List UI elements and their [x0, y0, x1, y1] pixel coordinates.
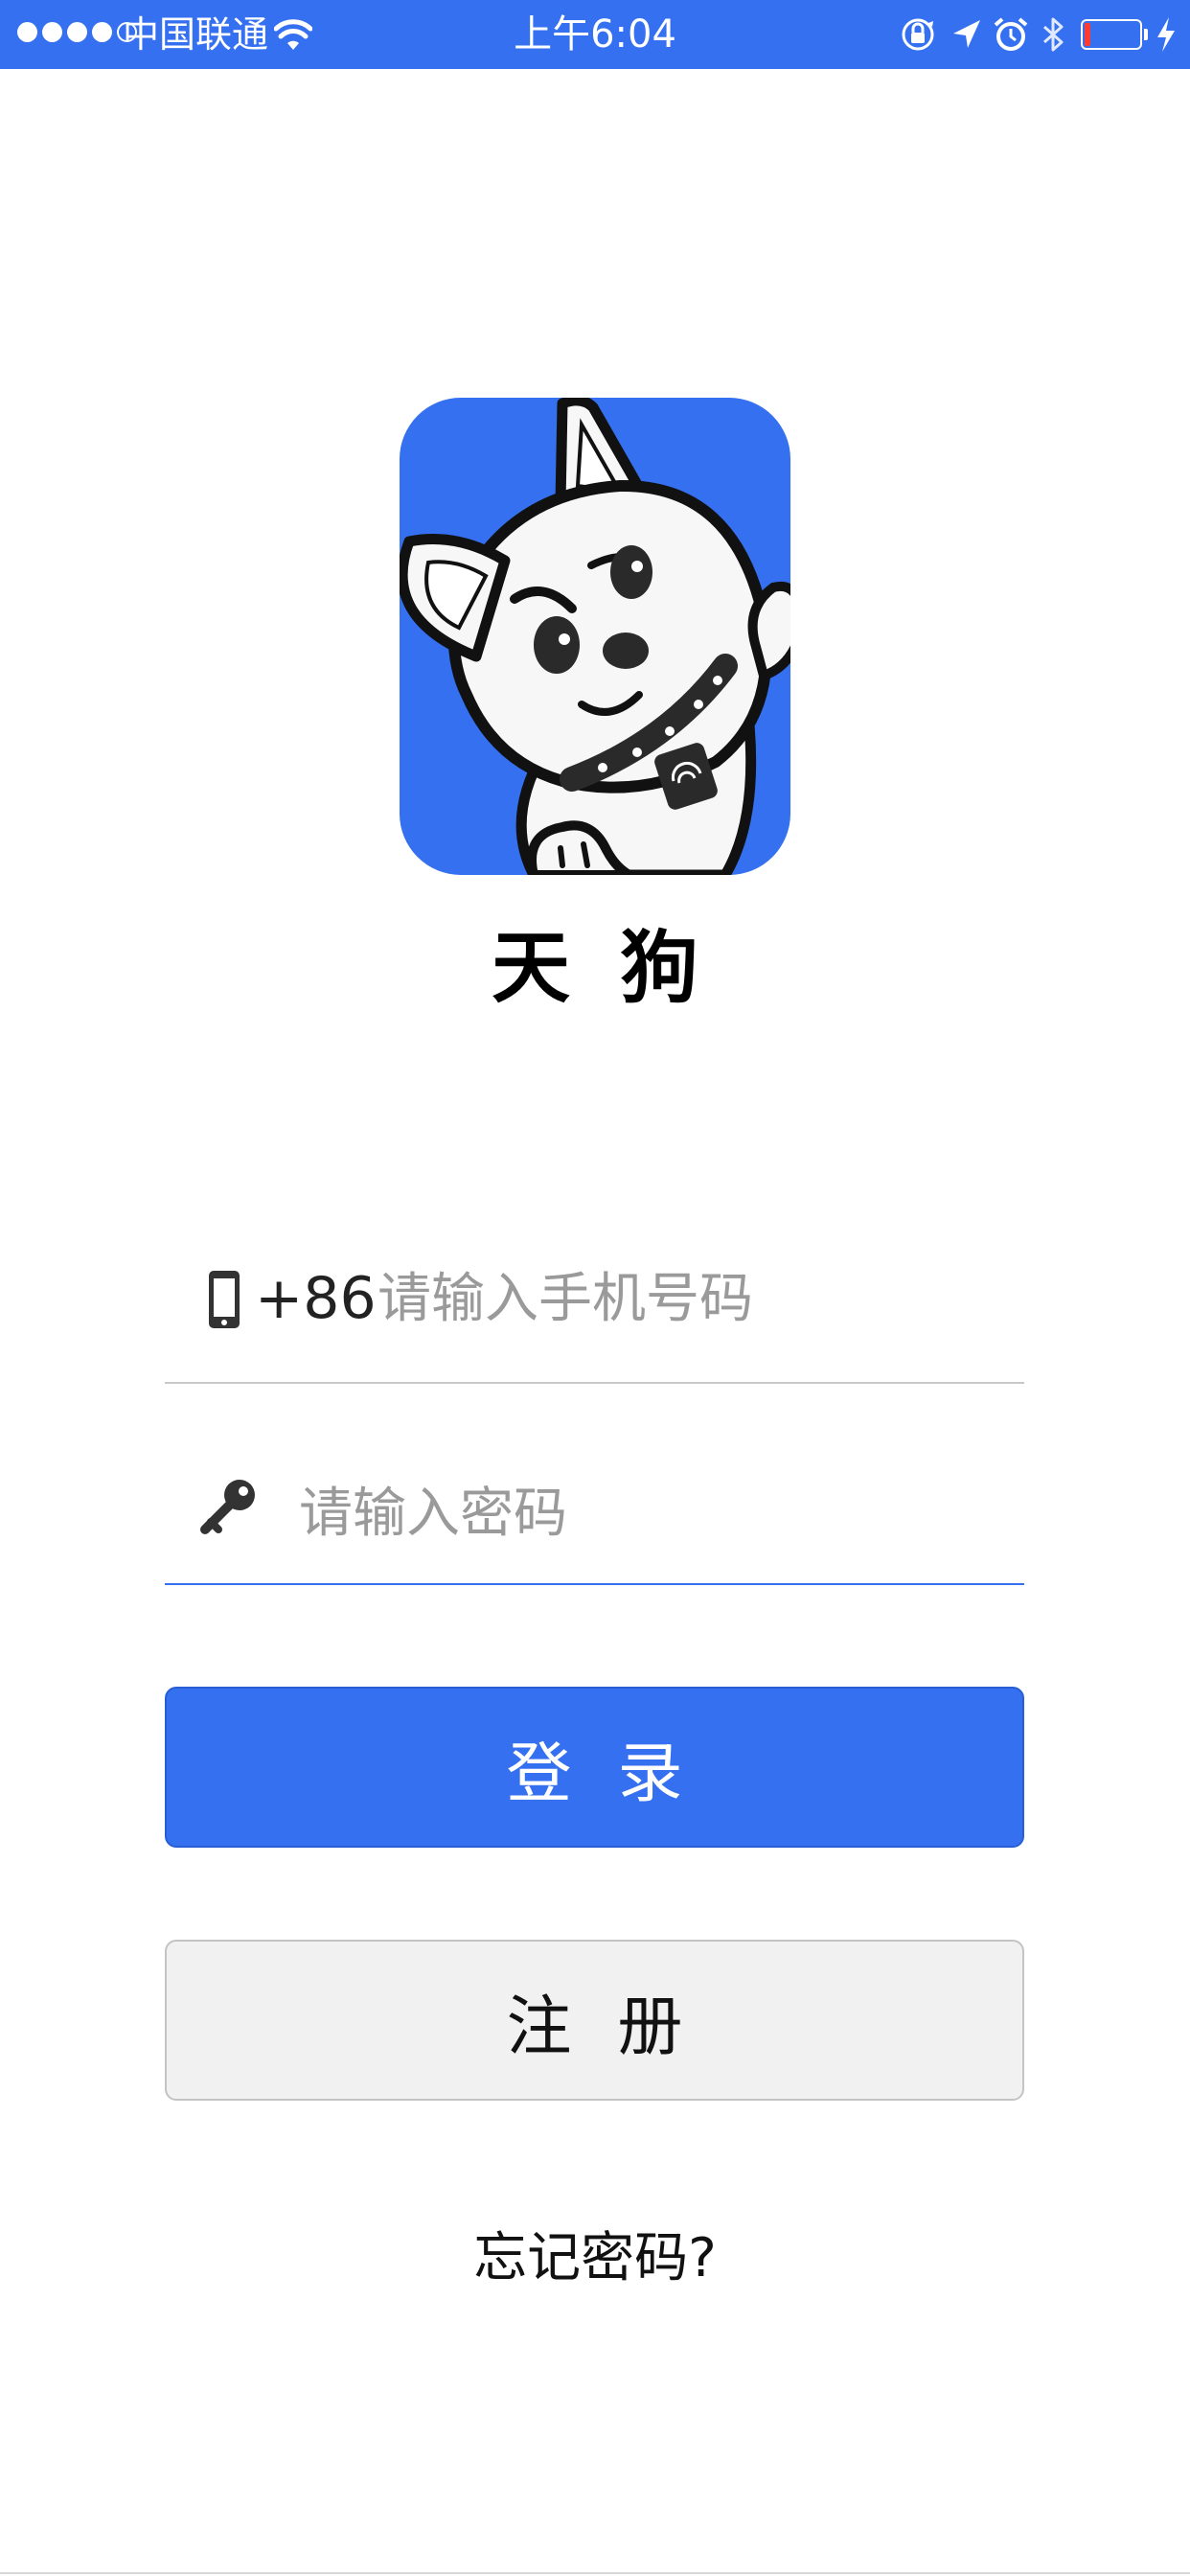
alarm-icon	[994, 17, 1028, 51]
bluetooth-icon	[1043, 17, 1064, 52]
phone-icon	[209, 1271, 240, 1328]
register-button[interactable]: 注册	[165, 1940, 1024, 2101]
bottom-divider	[0, 2572, 1190, 2574]
key-icon	[200, 1480, 255, 1534]
login-screen: 中国联通 上午6:04 天狗 +86 请输入手机号码 登录 注册 忘记密码?	[0, 0, 1190, 2576]
status-bar: 中国联通 上午6:04	[0, 0, 1190, 69]
forgot-password-link[interactable]: 忘记密码?	[0, 2225, 1190, 2292]
orientation-lock-icon	[902, 18, 934, 51]
battery-icon	[1081, 19, 1142, 50]
password-field[interactable]	[165, 1457, 1024, 1585]
location-icon	[953, 20, 980, 48]
country-code[interactable]: +86	[255, 1265, 377, 1332]
battery-level	[1085, 23, 1090, 46]
password-input[interactable]	[299, 1478, 1008, 1549]
dog-mascot-icon	[400, 398, 790, 875]
phone-input[interactable]	[378, 1263, 1010, 1334]
phone-field[interactable]: +86	[165, 1255, 1024, 1384]
login-button[interactable]: 登录	[165, 1687, 1024, 1848]
app-name: 天狗	[491, 922, 748, 1014]
charging-icon	[1157, 17, 1175, 52]
